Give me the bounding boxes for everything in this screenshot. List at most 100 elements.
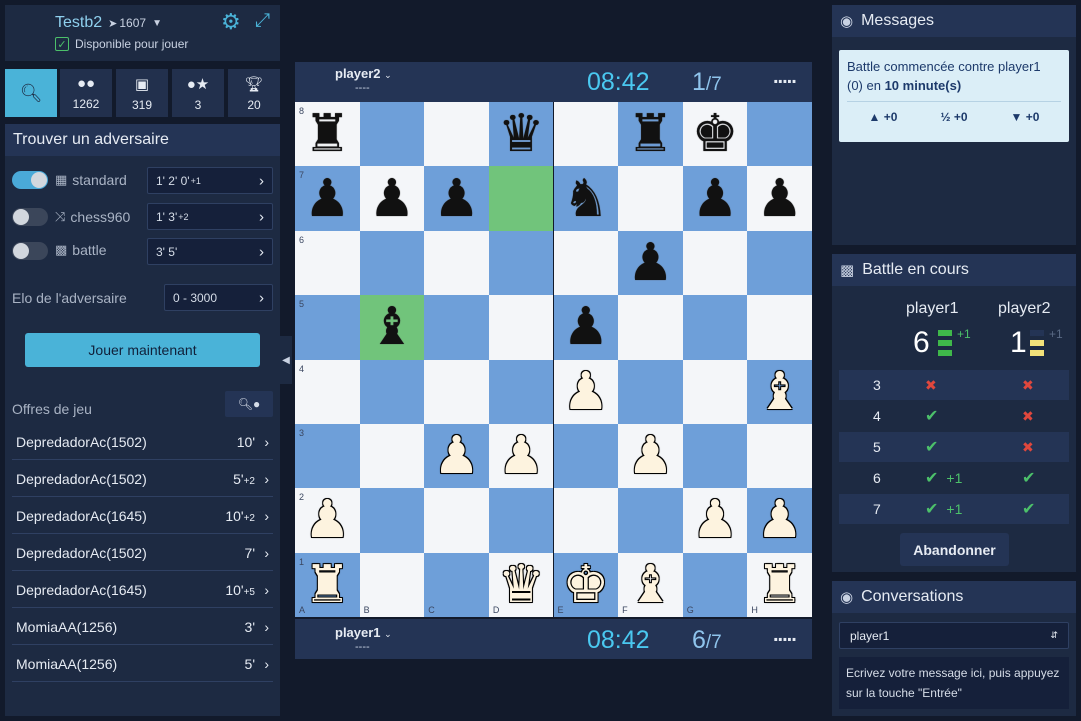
black-pawn-icon[interactable]: ♟ <box>747 166 812 230</box>
white-pawn-icon[interactable]: ♟ <box>554 360 619 424</box>
black-queen-icon[interactable]: ♛ <box>489 102 554 166</box>
square-e3[interactable] <box>553 423 619 489</box>
user-menu[interactable]: Testb2 ➤ 1607 ▼ <box>55 14 162 32</box>
square-a3[interactable] <box>295 423 360 489</box>
expand-icon[interactable]: ⤢ <box>255 10 270 32</box>
vote-draw-button[interactable]: ½ +0 <box>940 110 967 124</box>
black-pawn-icon[interactable]: ♟ <box>424 166 489 230</box>
square-g4[interactable] <box>682 359 748 424</box>
square-d6[interactable] <box>488 230 554 296</box>
square-e6[interactable] <box>553 230 619 296</box>
checkbox-checked-icon[interactable]: ✓ <box>55 37 69 51</box>
toggle-chess960[interactable] <box>12 208 48 226</box>
time-control-standard[interactable]: 1' 2' 0' +1 › <box>147 167 273 194</box>
black-pawn-icon[interactable]: ♟ <box>360 166 425 230</box>
time-control-chess960[interactable]: 1' 3' +2 › <box>147 203 273 230</box>
black-bishop-icon[interactable]: ♝ <box>360 295 425 359</box>
square-f5[interactable] <box>618 295 683 360</box>
offer-item[interactable]: MomiaAA(1256) 3' › <box>12 609 273 645</box>
bottom-menu-dots[interactable]: ..... <box>773 624 797 647</box>
square-h3[interactable] <box>747 423 812 489</box>
square-b3[interactable] <box>359 423 425 489</box>
conversation-select[interactable]: player1 ⇵ <box>839 622 1069 649</box>
black-rook-icon[interactable]: ♜ <box>295 102 360 166</box>
black-pawn-icon[interactable]: ♟ <box>295 166 360 230</box>
elo-range-selector[interactable]: 0 - 3000 › <box>164 284 273 311</box>
white-king-icon[interactable]: ♚ <box>554 553 619 617</box>
black-pawn-icon[interactable]: ♟ <box>683 166 748 230</box>
vote-up-button[interactable]: ▲ +0 <box>869 110 898 124</box>
square-c4[interactable] <box>424 359 489 424</box>
black-king-icon[interactable]: ♚ <box>683 102 748 166</box>
available-toggle[interactable]: ✓ Disponible pour jouer <box>55 37 188 51</box>
white-pawn-icon[interactable]: ♟ <box>747 488 812 552</box>
square-b6[interactable] <box>359 230 425 296</box>
offer-item[interactable]: DepredadorAc(1502) 7' › <box>12 535 273 571</box>
black-pawn-icon[interactable]: ♟ <box>618 231 683 295</box>
black-knight-icon[interactable]: ♞ <box>554 166 619 230</box>
square-e2[interactable] <box>553 488 619 553</box>
gear-icon[interactable]: ⚙ <box>221 9 241 35</box>
square-a4[interactable] <box>295 359 360 424</box>
offer-item[interactable]: DepredadorAc(1645) 10'+2 › <box>12 498 273 534</box>
square-g3[interactable] <box>682 423 748 489</box>
tab-search[interactable]: 🔍︎ <box>5 69 57 117</box>
offers-filter-button[interactable]: 🔍︎● <box>225 391 273 417</box>
square-d5[interactable] <box>488 295 554 360</box>
play-now-button[interactable]: Jouer maintenant <box>25 333 260 367</box>
tab-tournaments[interactable]: 🏆︎ 20 <box>228 69 280 117</box>
white-pawn-icon[interactable]: ♟ <box>618 424 683 488</box>
black-rook-icon[interactable]: ♜ <box>618 102 683 166</box>
message-input[interactable]: Ecrivez votre message ici, puis appuyez … <box>839 657 1069 709</box>
bottom-player-name[interactable]: player1 ⌄ <box>335 625 392 640</box>
square-c2[interactable] <box>424 488 489 553</box>
offer-item[interactable]: DepredadorAc(1502) 5'+2 › <box>12 461 273 497</box>
square-d7[interactable] <box>488 166 554 231</box>
square-d4[interactable] <box>488 359 554 424</box>
toggle-standard[interactable] <box>12 171 48 189</box>
collapse-sidebar-handle[interactable]: ◀ <box>280 336 292 384</box>
square-f7[interactable] <box>618 166 683 231</box>
black-pawn-icon[interactable]: ♟ <box>554 295 619 359</box>
tab-tv[interactable]: ▣ 319 <box>116 69 168 117</box>
chessboard[interactable]: 8 7 6 5 4 3 2 1 A B C D E F G H ♜ ♛ ♜ ♚ ♟ ♟ ♟ ♞ ♟ ♟ ♟ ♝ ♟ ♟ ♝ ♟ ♟ ♟ ♟ ♟ ♟ ♜ ♛ ♚… <box>295 102 812 618</box>
resign-button[interactable]: Abandonner <box>900 533 1009 566</box>
square-h6[interactable] <box>747 230 812 296</box>
square-c6[interactable] <box>424 230 489 296</box>
white-queen-icon[interactable]: ♛ <box>489 553 554 617</box>
white-pawn-icon[interactable]: ♟ <box>424 424 489 488</box>
offer-item[interactable]: MomiaAA(1256) 5' › <box>12 646 273 682</box>
time-control-battle[interactable]: 3' 5' › <box>147 238 273 265</box>
white-pawn-icon[interactable]: ♟ <box>489 424 554 488</box>
square-g5[interactable] <box>682 295 748 360</box>
square-f4[interactable] <box>618 359 683 424</box>
square-c8[interactable] <box>424 102 489 167</box>
top-menu-dots[interactable]: ..... <box>773 66 797 89</box>
square-b2[interactable] <box>359 488 425 553</box>
tab-players[interactable]: ●● 1262 <box>60 69 112 117</box>
square-h5[interactable] <box>747 295 812 360</box>
white-bishop-icon[interactable]: ♝ <box>618 553 683 617</box>
white-bishop-icon[interactable]: ♝ <box>747 360 812 424</box>
square-c5[interactable] <box>424 295 489 360</box>
square-g6[interactable] <box>682 230 748 296</box>
square-a5[interactable] <box>295 295 360 360</box>
square-f2[interactable] <box>618 488 683 553</box>
tab-friends[interactable]: ●★ 3 <box>172 69 224 117</box>
square-b8[interactable] <box>359 102 425 167</box>
top-player-name[interactable]: player2 ⌄ <box>335 66 392 81</box>
offer-item[interactable]: DepredadorAc(1502) 10' › <box>12 424 273 460</box>
white-pawn-icon[interactable]: ♟ <box>295 488 360 552</box>
white-pawn-icon[interactable]: ♟ <box>683 488 748 552</box>
white-rook-icon[interactable]: ♜ <box>295 553 360 617</box>
square-b4[interactable] <box>359 359 425 424</box>
half-icon: ½ <box>940 110 951 124</box>
white-rook-icon[interactable]: ♜ <box>747 553 812 617</box>
square-d2[interactable] <box>488 488 554 553</box>
toggle-battle[interactable] <box>12 242 48 260</box>
square-e8[interactable] <box>553 102 619 167</box>
square-a6[interactable] <box>295 230 360 296</box>
square-h8[interactable] <box>747 102 812 167</box>
vote-down-button[interactable]: ▼ +0 <box>1011 110 1040 124</box>
offer-item[interactable]: DepredadorAc(1645) 10'+5 › <box>12 572 273 608</box>
